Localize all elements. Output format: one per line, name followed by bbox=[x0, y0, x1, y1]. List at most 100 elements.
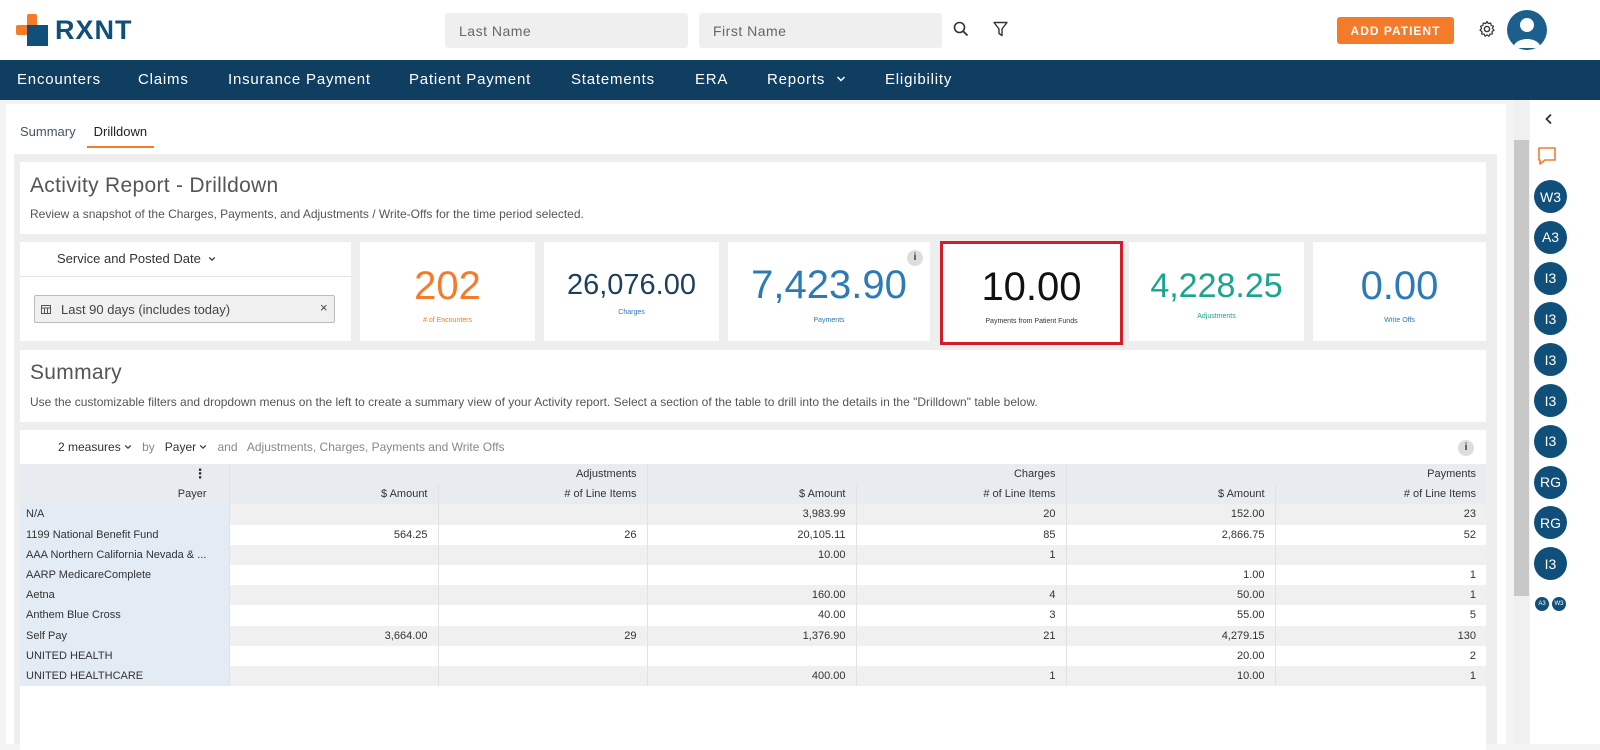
clear-date-icon[interactable]: × bbox=[320, 300, 328, 315]
value-cell[interactable]: 160.00 bbox=[646, 585, 856, 606]
scrollbar-thumb[interactable] bbox=[1514, 140, 1529, 596]
value-cell[interactable] bbox=[228, 504, 438, 525]
group-header-charges[interactable]: Charges bbox=[646, 464, 1067, 485]
value-cell[interactable]: 10.00 bbox=[646, 544, 856, 565]
value-cell[interactable]: 29 bbox=[437, 625, 647, 646]
value-cell[interactable] bbox=[228, 585, 438, 606]
value-cell[interactable]: 1.00 bbox=[1065, 564, 1276, 586]
nav-patient-payment[interactable]: Patient Payment bbox=[409, 60, 531, 100]
kpi-encounters-card[interactable]: 202 # of Encounters bbox=[360, 242, 535, 341]
first-name-input[interactable] bbox=[699, 13, 942, 48]
last-name-input[interactable] bbox=[445, 13, 688, 48]
chat-icon[interactable] bbox=[1536, 145, 1558, 172]
value-cell[interactable]: 400.00 bbox=[646, 665, 856, 687]
value-cell[interactable]: 55.00 bbox=[1065, 605, 1276, 626]
value-cell[interactable]: 2 bbox=[1274, 645, 1487, 666]
value-cell[interactable] bbox=[437, 544, 647, 565]
nav-statements[interactable]: Statements bbox=[571, 60, 655, 100]
table-row[interactable]: UNITED HEALTHCARE 400.00 1 10.00 1 bbox=[20, 665, 1487, 687]
value-cell[interactable]: 20.00 bbox=[1065, 645, 1276, 666]
value-cell[interactable]: 20,105.11 bbox=[646, 524, 856, 545]
value-cell[interactable]: 5 bbox=[1274, 605, 1487, 626]
value-cell[interactable]: 3,983.99 bbox=[646, 504, 856, 525]
subheader-line-items[interactable]: # of Line Items bbox=[1274, 484, 1487, 505]
rail-mini-bubble[interactable]: W3 bbox=[1552, 597, 1566, 611]
series-selector[interactable]: Adjustments, Charges, Payments and Write… bbox=[247, 440, 505, 454]
rail-user-bubble[interactable]: I3 bbox=[1534, 343, 1567, 377]
value-cell[interactable]: 85 bbox=[855, 524, 1067, 545]
value-cell[interactable]: 2,866.75 bbox=[1065, 524, 1276, 545]
subheader-amount[interactable]: $ Amount bbox=[646, 484, 856, 505]
value-cell[interactable] bbox=[1065, 544, 1276, 565]
rail-user-bubble[interactable]: I3 bbox=[1534, 384, 1567, 417]
value-cell[interactable]: 52 bbox=[1274, 524, 1487, 545]
value-cell[interactable] bbox=[228, 564, 438, 586]
value-cell[interactable]: 3,664.00 bbox=[228, 625, 438, 646]
value-cell[interactable] bbox=[437, 504, 647, 525]
value-cell[interactable]: 1,376.90 bbox=[646, 625, 856, 646]
rail-user-bubble[interactable]: I3 bbox=[1534, 547, 1567, 581]
value-cell[interactable]: 1 bbox=[855, 665, 1067, 687]
value-cell[interactable] bbox=[228, 645, 438, 666]
payer-cell[interactable]: Self Pay bbox=[20, 625, 229, 646]
value-cell[interactable] bbox=[646, 564, 856, 586]
value-cell[interactable]: 152.00 bbox=[1065, 504, 1276, 525]
table-row[interactable]: Aetna 160.00 4 50.00 1 bbox=[20, 585, 1487, 606]
nav-insurance-payment[interactable]: Insurance Payment bbox=[228, 60, 371, 100]
rail-user-bubble[interactable]: A3 bbox=[1534, 220, 1567, 254]
date-range-chip[interactable]: Last 90 days (includes today) × bbox=[34, 295, 335, 323]
value-cell[interactable]: 1 bbox=[1274, 585, 1487, 606]
kpi-write-offs-card[interactable]: 0.00 Write Offs bbox=[1313, 242, 1486, 341]
payer-cell[interactable]: 1199 National Benefit Fund bbox=[20, 524, 229, 545]
payer-cell[interactable]: N/A bbox=[20, 504, 229, 525]
value-cell[interactable] bbox=[437, 585, 647, 606]
table-row[interactable]: 1199 National Benefit Fund 564.25 26 20,105… bbox=[20, 524, 1487, 545]
dimension-dropdown[interactable]: Payer bbox=[165, 440, 208, 454]
table-row[interactable]: Anthem Blue Cross 40.00 3 55.00 5 bbox=[20, 605, 1487, 626]
subheader-amount[interactable]: $ Amount bbox=[228, 484, 438, 505]
subheader-line-items[interactable]: # of Line Items bbox=[437, 484, 647, 505]
row-header-payer[interactable]: Payer bbox=[20, 484, 229, 505]
group-header-payments[interactable]: Payments bbox=[1065, 464, 1487, 485]
rail-mini-bubble[interactable]: A3 bbox=[1535, 597, 1549, 611]
table-row[interactable]: UNITED HEALTH 20.00 2 bbox=[20, 645, 1487, 666]
value-cell[interactable]: 4 bbox=[855, 585, 1067, 606]
payer-cell[interactable]: Anthem Blue Cross bbox=[20, 605, 229, 626]
value-cell[interactable]: 21 bbox=[855, 625, 1067, 646]
value-cell[interactable]: 1 bbox=[1274, 564, 1487, 586]
value-cell[interactable]: 50.00 bbox=[1065, 585, 1276, 606]
table-row[interactable]: N/A 3,983.99 20 152.00 23 bbox=[20, 504, 1487, 525]
gear-icon[interactable] bbox=[1477, 19, 1497, 39]
table-row[interactable]: Self Pay 3,664.00 29 1,376.90 21 4,279.15 130 bbox=[20, 625, 1487, 646]
date-filter-dropdown[interactable]: Service and Posted Date bbox=[57, 251, 216, 266]
kpi-adjustments-card[interactable]: 4,228.25 Adjustments bbox=[1129, 242, 1304, 341]
value-cell[interactable]: 26 bbox=[437, 524, 647, 545]
nav-encounters[interactable]: Encounters bbox=[17, 60, 101, 100]
value-cell[interactable]: 4,279.15 bbox=[1065, 625, 1276, 646]
value-cell[interactable]: 40.00 bbox=[646, 605, 856, 626]
value-cell[interactable] bbox=[437, 645, 647, 666]
subheader-line-items[interactable]: # of Line Items bbox=[855, 484, 1067, 505]
nav-eligibility[interactable]: Eligibility bbox=[885, 60, 952, 100]
info-icon[interactable]: i bbox=[907, 250, 923, 266]
value-cell[interactable] bbox=[646, 645, 856, 666]
payer-cell[interactable]: AARP MedicareComplete bbox=[20, 564, 229, 586]
payer-cell[interactable]: Aetna bbox=[20, 585, 229, 606]
value-cell[interactable]: 1 bbox=[1274, 665, 1487, 687]
rail-user-bubble[interactable]: I3 bbox=[1534, 261, 1567, 295]
value-cell[interactable] bbox=[228, 665, 438, 687]
value-cell[interactable] bbox=[855, 645, 1067, 666]
tab-drilldown[interactable]: Drilldown bbox=[86, 124, 155, 148]
kpi-payments-card[interactable]: 7,423.90 Payments i bbox=[728, 242, 930, 341]
user-avatar[interactable] bbox=[1507, 10, 1547, 50]
value-cell[interactable] bbox=[855, 564, 1067, 586]
value-cell[interactable] bbox=[228, 544, 438, 565]
rail-user-bubble[interactable]: I3 bbox=[1534, 424, 1567, 458]
nav-claims[interactable]: Claims bbox=[138, 60, 189, 100]
value-cell[interactable]: 130 bbox=[1274, 625, 1487, 646]
payer-cell[interactable]: AAA Northern California Nevada & ... bbox=[20, 544, 229, 565]
kpi-patient-funds-card[interactable]: 10.00 Payments from Patient Funds bbox=[940, 241, 1123, 345]
add-patient-button[interactable]: ADD PATIENT bbox=[1337, 17, 1454, 44]
value-cell[interactable]: 564.25 bbox=[228, 524, 438, 545]
payer-cell[interactable]: UNITED HEALTHCARE bbox=[20, 665, 229, 687]
